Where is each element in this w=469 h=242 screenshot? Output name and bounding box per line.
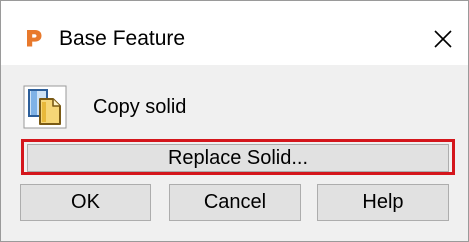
app-logo-icon: [22, 27, 44, 49]
close-icon: [434, 30, 452, 48]
title-bar: Base Feature: [1, 1, 468, 65]
copy-solid-option[interactable]: Copy solid: [23, 85, 186, 129]
ok-button[interactable]: OK: [20, 184, 151, 221]
copy-solid-icon[interactable]: [23, 85, 67, 129]
copy-solid-label: Copy solid: [93, 96, 187, 118]
close-button[interactable]: [425, 21, 461, 57]
base-feature-dialog: Base Feature Copy solid Replace Solid...…: [0, 0, 469, 242]
replace-solid-button[interactable]: Replace Solid...: [27, 144, 449, 172]
help-button[interactable]: Help: [317, 184, 449, 221]
dialog-title: Base Feature: [59, 27, 186, 50]
cancel-button[interactable]: Cancel: [169, 184, 301, 221]
